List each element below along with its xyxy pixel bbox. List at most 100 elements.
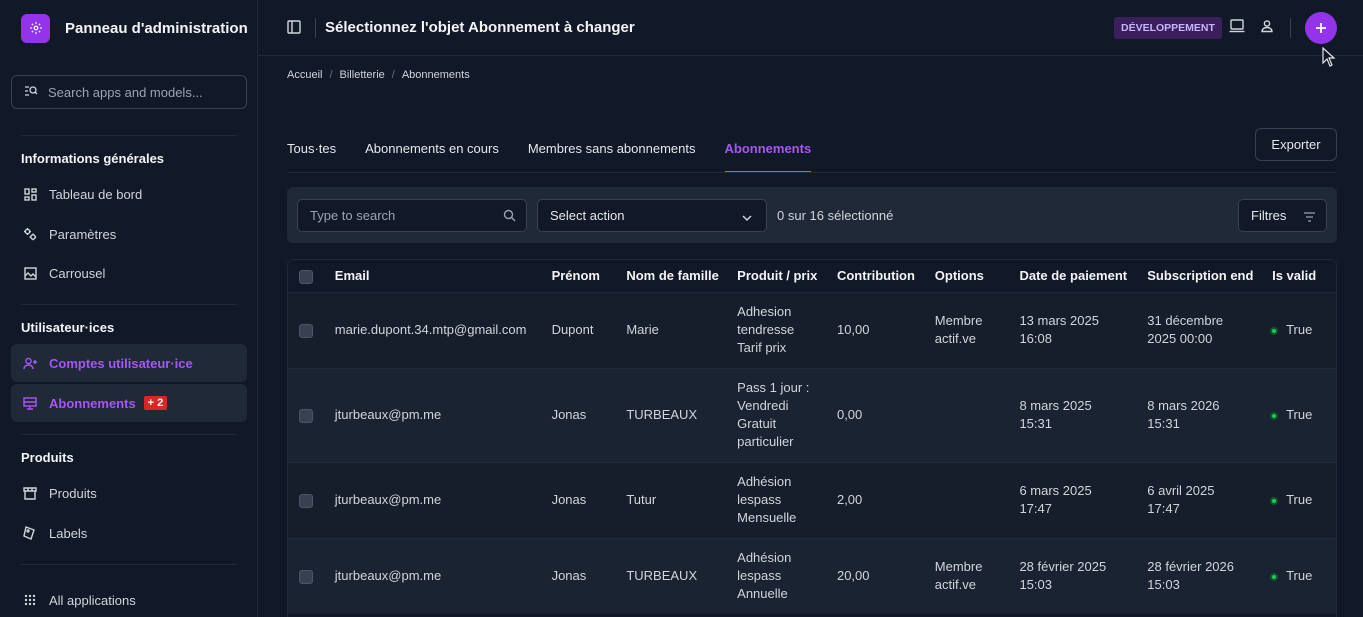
cell-contribution: 2,00 [836, 492, 863, 507]
cell-line: 8 mars 2026 [1147, 398, 1220, 413]
sidebar-item-label: Produits [49, 485, 97, 501]
sidebar-item-products[interactable]: Produits [11, 474, 247, 512]
apps-grid-icon [22, 592, 38, 608]
table-row[interactable]: jturbeaux@pm.me Jonas TURBEAUX Adhésion … [288, 538, 1336, 614]
sidebar-item-label: Comptes utilisateur·ice [49, 355, 193, 371]
cell-product: Adhésion lespass Mensuelle [737, 462, 837, 538]
cell-line: tendresse [737, 322, 795, 337]
filters-label: Filtres [1251, 208, 1287, 223]
cell-last-name: Tutur [626, 492, 657, 507]
row-checkbox[interactable] [299, 493, 313, 508]
filters-button[interactable]: Filtres [1238, 199, 1327, 232]
action-select-value: Select action [550, 208, 625, 223]
tab-subscriptions[interactable]: Abonnements [724, 129, 812, 173]
sidebar-item-settings[interactable]: Paramètres [11, 215, 247, 253]
breadcrumb-billetterie[interactable]: Billetterie [340, 69, 385, 81]
export-button[interactable]: Exporter [1255, 128, 1337, 161]
cell-options: Membre actif.ve [935, 538, 1020, 614]
sidebar-item-label: Paramètres [49, 226, 117, 242]
cell-line: 16:08 [1019, 331, 1052, 346]
cell-email[interactable]: jturbeaux@pm.me [335, 368, 552, 462]
cell-subscription-end: 28 février 2026 15:03 [1147, 538, 1272, 614]
cell-email[interactable]: jturbeaux@pm.me [335, 462, 552, 538]
sidebar-item-carrousel[interactable]: Carrousel [11, 254, 247, 292]
group-label-products: Produits [21, 450, 74, 465]
sidebar-search-input[interactable]: Search apps and models... [11, 75, 247, 109]
add-button[interactable] [1305, 12, 1337, 44]
breadcrumb-home[interactable]: Accueil [287, 69, 322, 81]
cell-line: Adhésion [737, 550, 792, 566]
cell-line: Adhésion [737, 474, 792, 489]
sidebar-item-all-applications[interactable]: All applications [11, 581, 247, 617]
sidebar-item-label: Tableau de bord [49, 186, 143, 202]
cell-subscription-end: 31 décembre 2025 00:00 [1147, 292, 1272, 368]
table-row[interactable]: jturbeaux@pm.me Jonas TURBEAUX Pass 1 jo… [288, 368, 1336, 462]
status-dot-icon [1272, 498, 1277, 503]
table-row[interactable]: jturbeaux@pm.me Jonas Tutur Adhésion les… [288, 462, 1336, 538]
row-checkbox[interactable] [299, 323, 313, 338]
cell-last-name: TURBEAUX [626, 407, 698, 422]
cell-email[interactable]: jturbeaux@pm.me [335, 538, 552, 614]
column-header[interactable]: Date de paiement [1019, 260, 1147, 292]
row-checkbox[interactable] [299, 408, 313, 423]
divider [21, 304, 237, 305]
cell-line: 15:31 [1147, 416, 1180, 431]
cell-payment-date: 8 mars 2025 15:31 [1019, 368, 1147, 462]
cell-line: Gratuit [737, 416, 777, 431]
list-toolbar: Type to search Select action 0 sur 16 sé… [287, 187, 1337, 243]
breadcrumb-separator: / [329, 69, 333, 81]
brand[interactable]: Panneau d'administration [0, 0, 257, 56]
cell-first-name: Jonas [551, 492, 587, 507]
valid-text: True [1286, 322, 1313, 337]
cell-payment-date: 6 mars 2025 17:47 [1019, 462, 1147, 538]
cell-email[interactable]: marie.dupont.34.mtp@gmail.com [335, 292, 552, 368]
valid-text: True [1286, 407, 1313, 422]
divider [21, 564, 237, 565]
cell-line: 13 mars 2025 [1019, 313, 1099, 328]
column-header[interactable]: Produit / prix [737, 260, 837, 292]
divider [315, 18, 316, 38]
column-header[interactable]: Email [335, 260, 552, 292]
valid-text: True [1286, 492, 1313, 507]
breadcrumb-separator: / [391, 69, 395, 81]
laptop-icon[interactable] [1229, 19, 1245, 36]
row-checkbox[interactable] [299, 569, 313, 584]
filter-icon [1303, 210, 1316, 225]
sidebar-item-labels[interactable]: Labels [11, 514, 247, 552]
column-header[interactable]: Is valid [1272, 260, 1336, 292]
select-all-checkbox[interactable] [299, 269, 313, 284]
cell-line: Vendredi [737, 398, 789, 413]
tab-active-subscriptions[interactable]: Abonnements en cours [365, 129, 499, 173]
cell-payment-date: 28 février 2025 15:03 [1019, 538, 1147, 614]
search-input[interactable]: Type to search [297, 199, 527, 232]
cell-line: Adhesion [737, 304, 792, 319]
cell-line: 28 février 2026 [1147, 559, 1234, 575]
selection-counter: 0 sur 16 sélectionné [777, 208, 894, 223]
column-header[interactable]: Nom de famille [626, 260, 737, 292]
user-icon[interactable] [1260, 19, 1274, 36]
cell-is-valid: True [1272, 368, 1336, 462]
tab-members-without-subscription[interactable]: Membres sans abonnements [528, 129, 696, 173]
cell-options: Membre actif.ve [935, 292, 1020, 368]
environment-badge: DÉVELOPPEMENT [1114, 17, 1222, 39]
column-header[interactable]: Subscription end [1147, 260, 1272, 292]
sidebar-item-dashboard[interactable]: Tableau de bord [11, 175, 247, 213]
cell-payment-date: 13 mars 2025 16:08 [1019, 292, 1147, 368]
sidebar-item-user-accounts[interactable]: Comptes utilisateur·ice [11, 344, 247, 382]
sidebar-item-subscriptions[interactable]: Abonnements + 2 [11, 384, 247, 422]
sidebar-toggle-icon[interactable] [287, 20, 301, 37]
table-row[interactable]: marie.dupont.34.mtp@gmail.com Dupont Mar… [288, 292, 1336, 368]
action-select[interactable]: Select action [537, 199, 767, 232]
cell-line: Tarif prix [737, 340, 787, 355]
card-icon [22, 395, 38, 411]
column-header[interactable]: Contribution [837, 260, 935, 292]
tab-all[interactable]: Tous·tes [287, 129, 336, 173]
count-badge: + 2 [143, 396, 168, 410]
cell-line: Mensuelle [737, 510, 797, 525]
column-header[interactable]: Prénom [552, 260, 627, 292]
cell-product: Pass 1 jour : Vendredi Gratuit particuli… [737, 368, 837, 462]
cell-line: 8 mars 2025 [1019, 398, 1092, 413]
column-header[interactable]: Options [935, 260, 1020, 292]
cell-is-valid: True [1272, 462, 1336, 538]
cell-line: particulier [737, 434, 794, 449]
